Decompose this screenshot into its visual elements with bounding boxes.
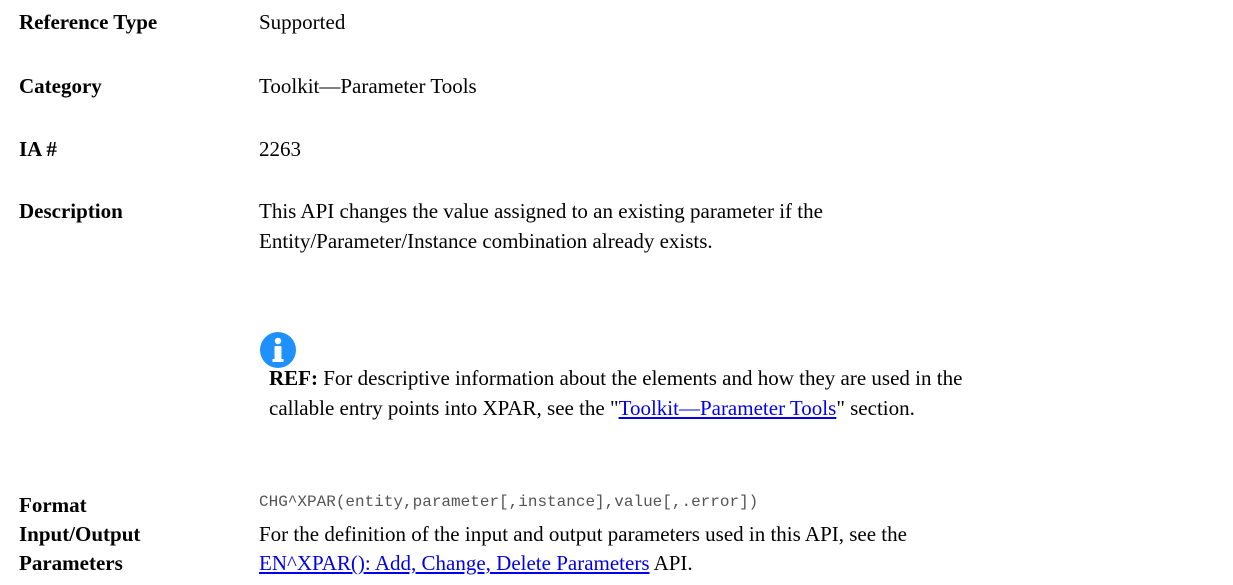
toolkit-parameter-tools-link[interactable]: Toolkit—Parameter Tools [619, 396, 837, 420]
note-text-after: " section. [836, 396, 915, 420]
en-xpar-link[interactable]: EN^XPAR(): Add, Change, Delete Parameter… [259, 551, 650, 575]
ia-value: 2263 [259, 137, 301, 161]
description-label: Description [19, 199, 123, 223]
ref-label: REF: [269, 366, 318, 390]
description-text: This API changes the value assigned to a… [259, 199, 823, 253]
io-text-after: API. [649, 551, 693, 575]
io-label: Input/Output Parameters [19, 520, 140, 578]
reference-type-value: Supported [259, 10, 346, 34]
ref-note: REF: For descriptive information about t… [269, 363, 989, 423]
category-label: Category [19, 74, 102, 98]
io-label-line1: Input/Output [19, 522, 141, 546]
reference-type-label: Reference Type [19, 10, 158, 34]
format-value: CHG^XPAR(entity,parameter[,instance],val… [259, 493, 759, 511]
io-label-line2: Parameters [19, 551, 123, 575]
category-value: Toolkit—Parameter Tools [259, 74, 477, 98]
ia-label: IA # [19, 137, 57, 161]
io-text-line1: For the definition of the input and outp… [259, 522, 907, 546]
io-text-line2: EN^XPAR(): Add, Change, Delete Parameter… [259, 549, 1219, 578]
format-label: Format [19, 493, 87, 517]
io-text: For the definition of the input and outp… [259, 520, 1219, 578]
